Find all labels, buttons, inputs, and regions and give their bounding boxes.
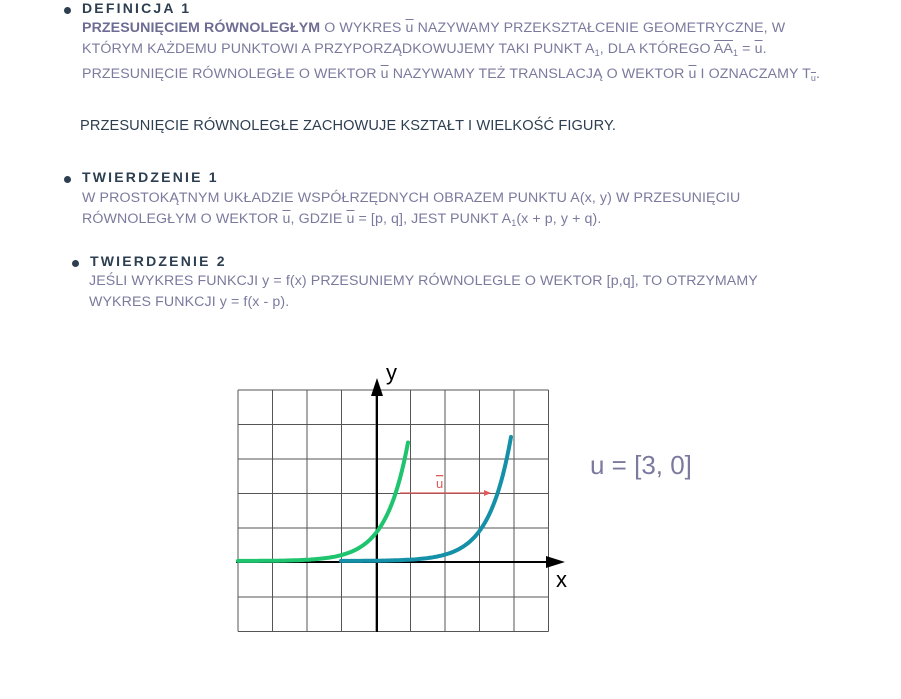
y-axis-arrow-icon <box>371 378 383 396</box>
grid <box>237 389 549 632</box>
vector-label: u <box>436 476 443 491</box>
y-axis-label: y <box>386 360 397 385</box>
translation-graph: y x u <box>236 360 567 632</box>
x-axis-label: x <box>556 567 567 592</box>
original-curve <box>236 440 410 563</box>
vector-formula: u = [3, 0] <box>590 450 692 480</box>
vector-arrowhead-icon <box>484 490 491 496</box>
